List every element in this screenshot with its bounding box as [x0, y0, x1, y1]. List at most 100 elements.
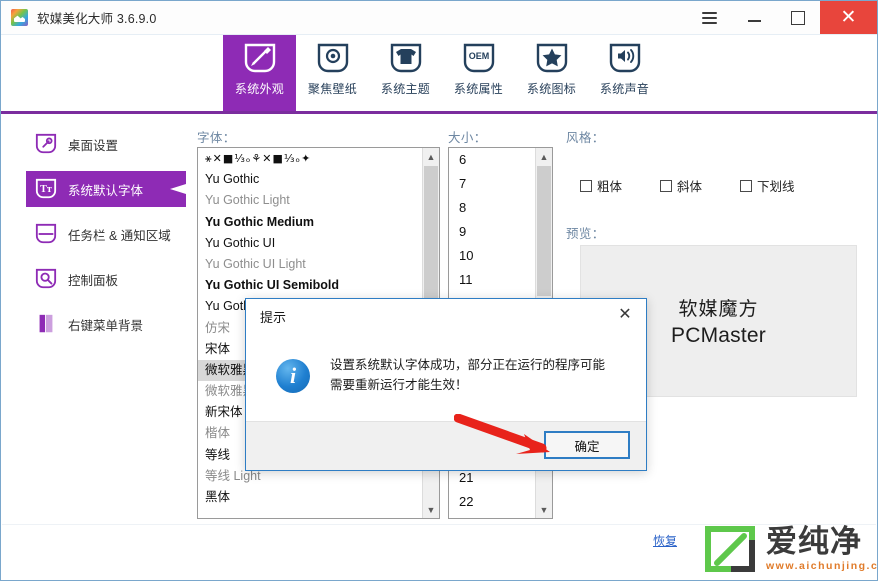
tab-label: 系统属性 — [453, 82, 504, 96]
dialog-footer: 确定 — [246, 421, 646, 470]
size-list-item[interactable]: 9 — [449, 220, 535, 244]
size-list-item[interactable]: 11 — [449, 268, 535, 292]
tab-label: 聚焦壁纸 — [307, 82, 358, 96]
close-icon: ✕ — [618, 306, 632, 323]
font-section-label: 字体： — [197, 131, 236, 145]
size-list-rows-bottom: 21 22 — [449, 466, 535, 514]
svg-text:Tт: Tт — [40, 184, 52, 195]
dialog-title: 提示 — [260, 310, 287, 325]
dialog-close-button[interactable]: ✕ — [612, 303, 638, 325]
magnifier-icon — [34, 267, 58, 291]
close-icon: ✕ — [840, 7, 857, 28]
title-bar: 软媒美化大师 3.6.9.0 ✕ — [1, 1, 877, 35]
style-checkbox-group: 粗体 斜体 下划线 — [580, 176, 833, 195]
main-toolbar: 系统外观 聚焦壁纸 系统主题 OEM 系统属性 系统图标 系统声音 — [1, 35, 877, 111]
sidebar-item-label: 控制面板 — [68, 273, 119, 288]
watermark-text: 爱纯净 www.aichunjing.com — [766, 526, 878, 572]
confirm-button[interactable]: 确定 — [544, 431, 630, 459]
font-list-item[interactable]: Yu Gothic UI — [198, 233, 422, 254]
speaker-icon — [606, 42, 644, 74]
tab-system-appearance[interactable]: 系统外观 — [223, 35, 296, 111]
size-section-label: 大小： — [448, 131, 487, 145]
tab-label: 系统主题 — [380, 82, 431, 96]
target-icon — [314, 42, 352, 74]
maximize-button[interactable] — [776, 1, 820, 34]
size-list-item[interactable]: 7 — [449, 172, 535, 196]
dialog-body: i 设置系统默认字体成功，部分正在运行的程序可能需要重新运行才能生效！ — [246, 329, 646, 422]
sidebar-item-label: 桌面设置 — [68, 138, 119, 153]
scroll-down-icon[interactable]: ▼ — [536, 501, 552, 518]
checkbox-box[interactable] — [580, 179, 592, 192]
sidebar-item-taskbar-notification[interactable]: 任务栏 & 通知区域 — [26, 216, 186, 252]
size-list-item[interactable]: 8 — [449, 196, 535, 220]
footer-bar: 恢复 爱纯净 www.aichunjing.com — [2, 523, 878, 580]
window-title: 软媒美化大师 3.6.9.0 — [37, 12, 157, 26]
scroll-up-icon[interactable]: ▲ — [536, 148, 552, 165]
preview-line-2: PCMaster — [671, 324, 766, 347]
size-list-item[interactable]: 22 — [449, 490, 535, 514]
restore-link[interactable]: 恢复 — [653, 532, 677, 549]
font-list-item[interactable]: ⚹✕■⅓ₒ⚘✕■⅓ₒ✦ — [198, 148, 422, 169]
font-list-item[interactable]: Yu Gothic UI Light — [198, 254, 422, 275]
taskbar-icon — [34, 222, 58, 246]
tab-system-theme[interactable]: 系统主题 — [369, 35, 442, 111]
tab-label: 系统图标 — [526, 82, 577, 96]
size-list-item[interactable]: 10 — [449, 244, 535, 268]
font-list-item[interactable]: Yu Gothic — [198, 169, 422, 190]
checkbox-box[interactable] — [740, 179, 753, 192]
checkbox-label: 斜体 — [677, 180, 703, 194]
info-icon: i — [276, 358, 310, 393]
tshirt-icon — [387, 42, 425, 74]
sidebar-item-label: 任务栏 & 通知区域 — [68, 228, 171, 243]
font-list-item[interactable]: Yu Gothic UI Semibold — [198, 275, 422, 296]
minimize-button[interactable] — [732, 1, 776, 34]
scroll-thumb[interactable] — [537, 166, 551, 296]
tab-system-icons[interactable]: 系统图标 — [515, 35, 588, 111]
style-section-label: 风格： — [566, 131, 605, 145]
checkbox-box[interactable] — [660, 179, 673, 192]
sidebar-item-desktop-settings[interactable]: 桌面设置 — [26, 126, 186, 162]
minimize-icon — [747, 20, 761, 22]
menu-button[interactable] — [686, 1, 732, 34]
sidebar-item-context-menu-background[interactable]: 右键菜单背景 — [26, 306, 186, 342]
checkbox-italic[interactable]: 斜体 — [660, 176, 702, 195]
window-controls: ✕ — [686, 1, 877, 34]
font-list-item[interactable]: Yu Gothic Medium — [198, 212, 422, 233]
tab-label: 系统声音 — [599, 82, 650, 96]
close-button[interactable]: ✕ — [820, 1, 877, 34]
maximize-icon — [791, 10, 805, 25]
message-dialog: 提示 ✕ i 设置系统默认字体成功，部分正在运行的程序可能需要重新运行才能生效！… — [245, 298, 647, 471]
svg-text:OEM: OEM — [468, 51, 489, 61]
aichunjing-logo-icon — [702, 523, 758, 575]
font-icon: Tт — [34, 177, 58, 201]
sidebar-item-system-default-font[interactable]: Tт 系统默认字体 — [26, 171, 186, 207]
watermark-url: www.aichunjing.com — [766, 560, 878, 572]
watermark-brand: 爱纯净 — [766, 524, 862, 559]
star-icon — [533, 42, 571, 74]
scroll-down-icon[interactable]: ▼ — [423, 501, 439, 518]
font-list-item[interactable]: 黑体 — [198, 487, 422, 508]
preview-line-1: 软媒魔方 — [678, 299, 759, 320]
sidebar: 桌面设置 Tт 系统默认字体 任务栏 & 通知区域 控制面板 右键菜单背景 — [26, 126, 186, 351]
oem-icon: OEM — [460, 42, 498, 74]
app-icon — [11, 9, 28, 26]
checkbox-label: 粗体 — [597, 180, 623, 194]
tab-system-properties[interactable]: OEM 系统属性 — [442, 35, 515, 111]
wrench-icon — [34, 132, 58, 156]
tab-focus-wallpaper[interactable]: 聚焦壁纸 — [296, 35, 369, 111]
font-list-item[interactable]: Yu Gothic Light — [198, 190, 422, 211]
checkbox-underline[interactable]: 下划线 — [740, 176, 795, 195]
checkbox-bold[interactable]: 粗体 — [580, 176, 622, 195]
size-list-item[interactable]: 6 — [449, 148, 535, 172]
hamburger-icon — [701, 9, 717, 27]
checkbox-label: 下划线 — [757, 180, 795, 194]
sidebar-item-label: 右键菜单背景 — [68, 318, 144, 333]
brush-icon — [241, 42, 279, 74]
sidebar-item-control-panel[interactable]: 控制面板 — [26, 261, 186, 297]
tab-system-sound[interactable]: 系统声音 — [588, 35, 661, 111]
sidebar-item-label: 系统默认字体 — [68, 183, 144, 198]
scroll-up-icon[interactable]: ▲ — [423, 148, 439, 165]
dialog-message: 设置系统默认字体成功，部分正在运行的程序可能需要重新运行才能生效！ — [330, 358, 606, 392]
application-window: 软媒美化大师 3.6.9.0 ✕ 系统外观 聚焦壁纸 系统主题 OEM 系统属性… — [0, 0, 878, 581]
menu-bg-icon — [34, 312, 58, 336]
